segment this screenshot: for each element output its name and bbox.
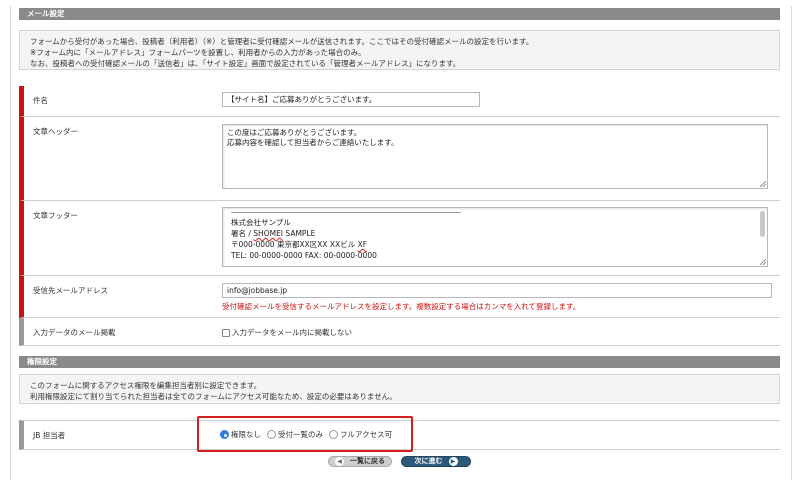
footer-signature: 署名 / SHOMEI SAMPLE <box>227 229 763 240</box>
notice-line: ※フォーム内に「メールアドレス」フォームパーツを設置し、利用者からの入力があった… <box>30 48 366 57</box>
assignee-label: JB 担当者 <box>33 431 66 440</box>
signature-name: SHOMEI <box>253 229 284 238</box>
back-to-list-button[interactable]: ◀ 一覧に戻る <box>328 456 392 467</box>
footer-text-textarea[interactable]: 株式会社サンプル 署名 / SHOMEI SAMPLE 〒000-0000 東京… <box>222 207 768 267</box>
highlight-box <box>197 416 413 452</box>
notice-line: 利用権限設定にて割り当てられた担当者は全てのフォームにアクセス可能なため、設定の… <box>30 392 397 401</box>
include-input-checkbox[interactable] <box>222 328 230 337</box>
notice-line: なお、投稿者への受付確認メールの「送信者」は、「サイト設定」画面で設定されている… <box>30 59 461 68</box>
footer-text-label: 文章フッター <box>33 211 78 220</box>
include-input-checkbox-wrap[interactable]: 入力データをメール内に掲載しない <box>222 327 352 338</box>
signature-suffix: SAMPLE <box>283 229 316 238</box>
header-text-line: この度はご応募ありがとうございます。 <box>227 128 362 137</box>
subject-row: 件名 【サイト名】ご応募ありがとうございます。 <box>19 86 780 117</box>
notice-line: このフォームに関するアクセス権限を編集担当者別に設定できます。 <box>30 381 262 390</box>
resize-handle-icon[interactable] <box>760 181 766 187</box>
address-suffix: XF <box>357 240 368 249</box>
back-button-label: 一覧に戻る <box>350 457 385 465</box>
resize-handle-icon[interactable] <box>760 259 766 265</box>
recipient-email-input[interactable]: info@jobbase.jp <box>222 283 772 298</box>
permission-settings-header: 権限設定 <box>19 356 780 368</box>
signature-prefix: 署名 / <box>231 229 254 238</box>
address-prefix: 〒000-0000 東京都XX区XX XXビル <box>231 240 358 249</box>
header-text-line: 応募内容を確認して担当者からご連絡いたします。 <box>227 138 399 147</box>
next-button-label: 次に進む <box>414 457 443 465</box>
subject-label: 件名 <box>33 96 48 105</box>
next-button[interactable]: 次に進む ▶ <box>401 456 471 467</box>
chevron-left-icon: ◀ <box>335 457 344 466</box>
footer-company: 株式会社サンプル <box>231 218 291 227</box>
permission-settings-notice: このフォームに関するアクセス権限を編集担当者別に設定できます。 利用権限設定にて… <box>19 374 780 404</box>
mail-settings-notice: フォームから受付があった場合、投稿者（利用者）（※）と管理者に受付確認メールが送… <box>19 30 780 70</box>
footer-divider <box>231 212 461 213</box>
chevron-right-icon: ▶ <box>448 457 458 466</box>
header-text-textarea[interactable]: この度はご応募ありがとうございます。 応募内容を確認して担当者からご連絡いたしま… <box>222 124 768 189</box>
footer-address: 〒000-0000 東京都XX区XX XXビル XF <box>227 240 763 251</box>
recipient-label: 受信先メールアドレス <box>33 286 108 295</box>
recipient-row: 受信先メールアドレス info@jobbase.jp 受付確認メールを受信するメ… <box>19 276 780 318</box>
recipient-note: 受付確認メールを受信するメールアドレスを設定します。複数設定する場合はカンマを入… <box>222 302 581 311</box>
include-input-label: 入力データのメール掲載 <box>33 328 116 337</box>
header-text-row: 文章ヘッダー この度はご応募ありがとうございます。 応募内容を確認して担当者から… <box>19 117 780 201</box>
footer-text-row: 文章フッター 株式会社サンプル 署名 / SHOMEI SAMPLE 〒000-… <box>19 201 780 276</box>
footer-tel: TEL: 00-0000-0000 FAX: 00-0000-0000 <box>231 251 377 260</box>
scrollbar-thumb[interactable] <box>760 211 765 237</box>
header-text-label: 文章ヘッダー <box>33 127 78 136</box>
mail-settings-header: メール設定 <box>19 8 780 20</box>
notice-line: フォームから受付があった場合、投稿者（利用者）（※）と管理者に受付確認メールが送… <box>30 37 534 46</box>
subject-input[interactable]: 【サイト名】ご応募ありがとうございます。 <box>222 92 480 107</box>
include-input-checkbox-label: 入力データをメール内に掲載しない <box>232 328 352 337</box>
include-input-row: 入力データのメール掲載 入力データをメール内に掲載しない <box>19 318 780 346</box>
